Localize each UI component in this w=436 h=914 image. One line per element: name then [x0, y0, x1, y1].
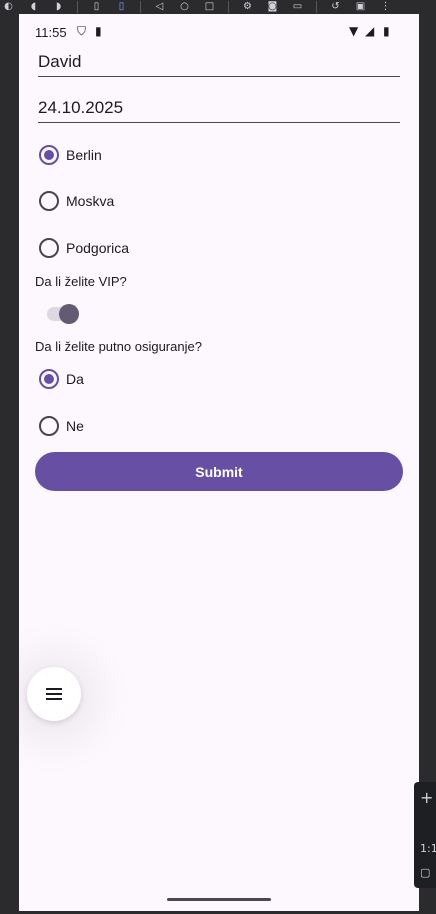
zoom-ratio-label[interactable]: 1:1 [420, 842, 436, 855]
radio-button[interactable] [39, 416, 59, 436]
toolbar-divider [140, 1, 141, 13]
radio-button[interactable] [39, 191, 59, 211]
radio-insurance-ne[interactable]: Ne [39, 414, 84, 438]
sd-card-icon: ▮ [95, 24, 102, 38]
insurance-question: Da li želite putno osiguranje? [35, 339, 202, 354]
status-time: 11:55 [35, 25, 67, 40]
cell-signal-icon: ◢ [365, 24, 375, 38]
fit-screen-icon[interactable]: ▢ [420, 866, 430, 879]
zoom-panel: + 1:1 ▢ [414, 782, 436, 888]
submit-button[interactable]: Submit [35, 452, 403, 491]
speaker-icon[interactable]: ◐ [2, 2, 15, 12]
home-icon[interactable]: ○ [178, 2, 191, 12]
fold-active-icon[interactable]: ▯ [115, 2, 128, 12]
vip-switch[interactable] [45, 304, 81, 324]
radio-city-moskva[interactable]: Moskva [39, 189, 114, 213]
camera-icon[interactable]: ◙ [266, 2, 279, 12]
date-field[interactable] [38, 94, 400, 123]
wifi-icon[interactable]: ▣ [354, 2, 367, 12]
phone-screen: 11:55 ⛉ ▮ ▼ ◢ ▮ Berlin Moskva Podgorica … [19, 14, 419, 911]
name-input[interactable] [38, 48, 400, 76]
back-icon[interactable]: ◁ [153, 2, 166, 12]
status-bar: 11:55 ⛉ ▮ ▼ ◢ ▮ [19, 14, 419, 52]
menu-icon [46, 688, 62, 700]
volume-up-icon[interactable]: ◖ [27, 2, 40, 12]
radio-city-berlin[interactable]: Berlin [39, 143, 102, 167]
switch-thumb[interactable] [59, 304, 79, 324]
menu-fab[interactable] [27, 667, 81, 721]
volume-down-icon[interactable]: ◗ [52, 2, 65, 12]
radio-city-podgorica[interactable]: Podgorica [39, 236, 129, 260]
wifi-signal-icon: ▼ [349, 24, 359, 38]
more-icon[interactable]: ⋮ [379, 2, 392, 12]
gesture-home-bar[interactable] [167, 898, 271, 901]
vip-question: Da li želite VIP? [35, 274, 127, 289]
radio-label: Da [66, 371, 84, 387]
toolbar-divider [316, 1, 317, 13]
fold-icon[interactable]: ▯ [90, 2, 103, 12]
date-input[interactable] [38, 94, 400, 122]
rotate-settings-icon[interactable]: ⚙ [241, 2, 254, 12]
shield-icon: ⛉ [77, 24, 87, 38]
zoom-in-icon[interactable]: + [420, 788, 433, 807]
radio-label: Moskva [66, 193, 115, 209]
radio-button-selected[interactable] [39, 369, 59, 389]
radio-button[interactable] [39, 238, 59, 258]
undo-icon[interactable]: ↺ [329, 2, 342, 12]
emulator-frame: ◐ ◖ ◗ ▯ ▯ ◁ ○ □ ⚙ ◙ ▭ ↺ ▣ ⋮ 11:55 ⛉ ▮ ▼ … [0, 0, 436, 914]
name-field[interactable] [38, 48, 400, 77]
emulator-toolbar: ◐ ◖ ◗ ▯ ▯ ◁ ○ □ ⚙ ◙ ▭ ↺ ▣ ⋮ [0, 0, 436, 14]
video-icon[interactable]: ▭ [291, 2, 304, 12]
radio-label: Podgorica [66, 240, 130, 256]
battery-icon: ▮ [383, 24, 390, 38]
radio-button-selected[interactable] [39, 145, 59, 165]
radio-label: Ne [66, 418, 84, 434]
radio-insurance-da[interactable]: Da [39, 367, 84, 391]
radio-label: Berlin [66, 147, 102, 163]
overview-icon[interactable]: □ [203, 2, 216, 12]
toolbar-divider [77, 1, 78, 13]
toolbar-divider [228, 1, 229, 13]
